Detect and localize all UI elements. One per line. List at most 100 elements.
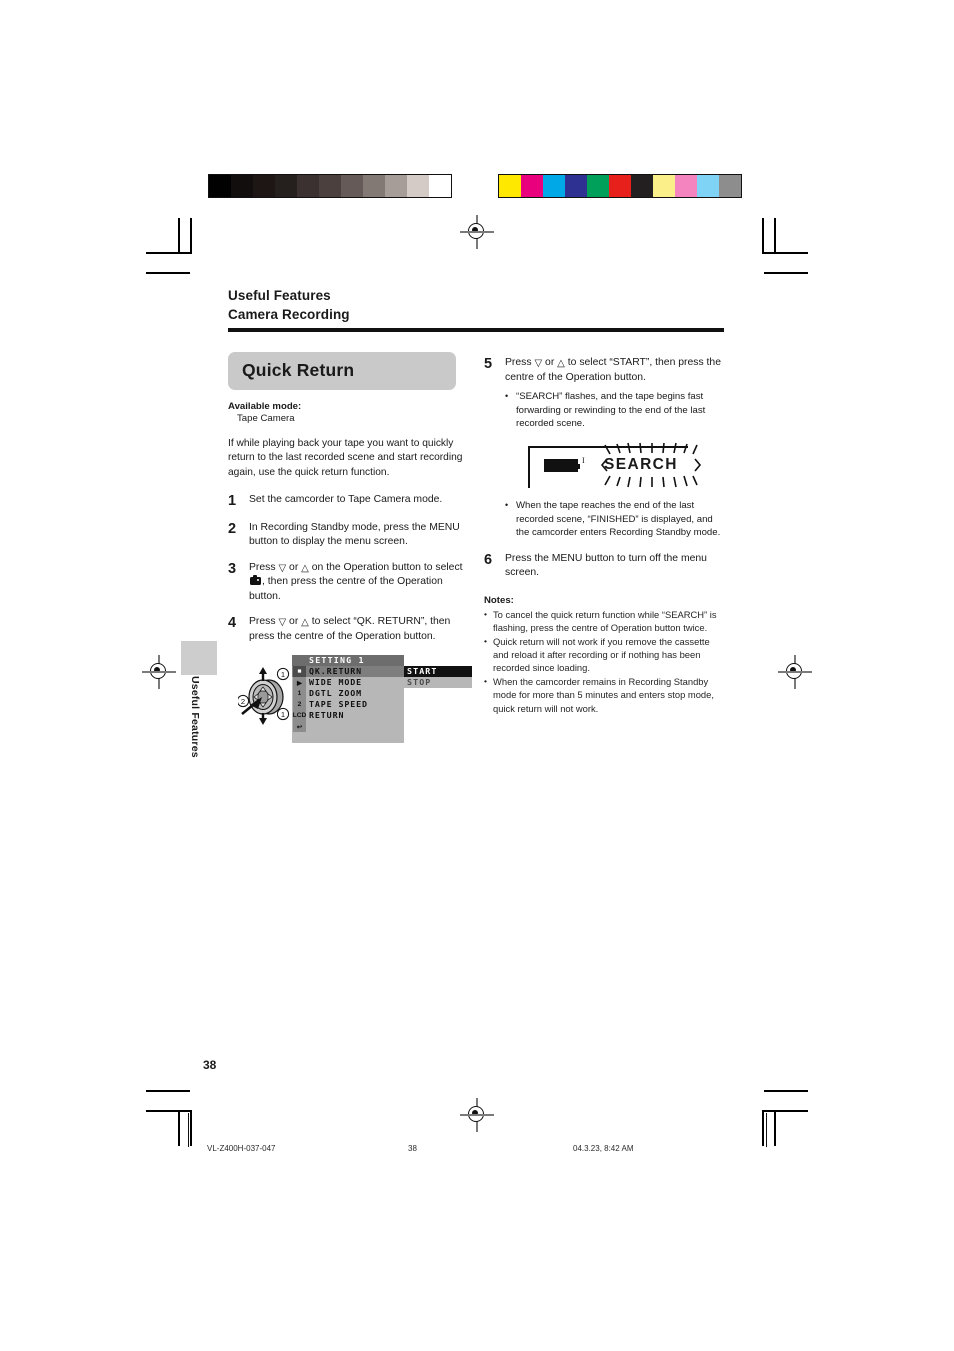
note-2-text: Quick return will not work if you remove…: [493, 635, 710, 674]
operation-button-diagram: 1 1 2: [238, 667, 290, 726]
menu-row[interactable]: QK.RETURN: [292, 666, 404, 678]
step-5-mid1: or: [542, 357, 558, 368]
step-1-text: Set the camcorder to Tape Camera mode.: [249, 493, 443, 505]
menu-row[interactable]: DGTL ZOOM: [292, 688, 404, 699]
bullet-dot: •: [484, 676, 487, 687]
step-3-mid2: on the Operation button to select: [308, 561, 463, 573]
step-2-text: In Recording Standby mode, press the MEN…: [249, 521, 460, 548]
step-6: 6 Press the MENU button to turn off the …: [484, 552, 726, 581]
return-icon[interactable]: ↩: [293, 721, 306, 733]
step-3-pre: Press: [249, 561, 279, 573]
step-4: 4 Press ▽ or △ to select “QK. RETURN”, t…: [228, 615, 470, 644]
grayscale-swatch: [231, 175, 253, 197]
grayscale-swatch: [341, 175, 363, 197]
step-3-post: , then press the centre of the Operation…: [249, 576, 443, 602]
grayscale-swatch: [385, 175, 407, 197]
step-6-number: 6: [484, 551, 493, 568]
crop-mark-br-h2: [764, 1110, 808, 1112]
step-1-number: 1: [228, 492, 237, 509]
registration-mark-bottom: [460, 1098, 494, 1132]
grayscale-swatch: [297, 175, 319, 197]
crop-mark-tr-v2: [774, 218, 776, 254]
step-3-text: Press ▽ or △ on the Operation button to …: [249, 561, 470, 605]
step-2-number: 2: [228, 520, 237, 537]
color-swatch: [653, 175, 675, 197]
intro-paragraph: If while playing back your tape you want…: [228, 438, 463, 478]
menu-icon-column: ■ ▶ 1 2 LCD ↩: [293, 666, 308, 733]
menu-title: SETTING 1: [292, 655, 404, 667]
crop-mark-br-v: [762, 1110, 764, 1146]
header-line-1: Useful Features: [228, 288, 331, 303]
playback-icon[interactable]: ▶: [293, 677, 306, 689]
step-3-number: 3: [228, 560, 237, 577]
crop-mark-bl-v2: [190, 1110, 192, 1146]
check1-icon[interactable]: 1: [293, 688, 306, 700]
footer-sheet-number: 38: [408, 1144, 417, 1153]
menu-row[interactable]: RETURN: [292, 710, 404, 721]
crop-mark-tl-h: [146, 252, 190, 254]
side-tab-label: Useful Features: [189, 676, 201, 758]
search-display-figure: I SEARCH: [528, 442, 702, 490]
camcorder-menu-screen: SETTING 1 QK.RETURN WIDE MODE DGTL ZOOM TAP…: [292, 655, 404, 744]
header-line-2: Camera Recording: [228, 307, 350, 323]
color-swatch: [697, 175, 719, 197]
step-2: 2 In Recording Standby mode, press the M…: [228, 521, 470, 550]
registration-mark-right: [778, 655, 812, 689]
menu-row[interactable]: WIDE MODE: [292, 677, 404, 688]
crop-mark-bl-h: [146, 1090, 190, 1092]
crop-mark-tl-h2: [146, 272, 190, 274]
crop-mark-bl-v: [178, 1110, 180, 1146]
available-mode-value: Tape Camera: [237, 413, 295, 424]
crop-mark-tr-v: [762, 218, 764, 254]
bullet-dot: •: [505, 391, 509, 402]
color-swatch: [543, 175, 565, 197]
color-swatch: [631, 175, 653, 197]
page-number: 38: [203, 1058, 217, 1072]
crop-mark-br-h: [764, 1090, 808, 1092]
step-5-bullet-1: • “SEARCH” flashes, and the tape begins …: [505, 390, 726, 431]
menu-screen-figure: 1 1 2 SETTING 1 QK.RETURN WIDE MODE DGTL Z…: [228, 655, 472, 755]
up-triangle-icon: △: [557, 358, 565, 369]
steps-list-left: 1 Set the camcorder to Tape Camera mode.…: [228, 493, 470, 645]
down-triangle-icon: ▽: [278, 617, 287, 629]
grayscale-swatch: [253, 175, 275, 197]
crop-mark-tr-h: [764, 252, 808, 254]
registration-mark-left: [142, 655, 176, 689]
camera-mode-icon: [250, 575, 261, 586]
crop-mark-bl-h2: [146, 1110, 190, 1112]
lcd-icon[interactable]: LCD: [293, 710, 306, 722]
grayscale-swatch: [209, 175, 231, 197]
step-5-bullet-2-text: When the tape reaches the end of the las…: [516, 499, 721, 539]
color-swatch: [675, 175, 697, 197]
available-mode-label: Available mode:: [228, 401, 302, 412]
down-triangle-icon: ▽: [534, 358, 543, 369]
step-5-number: 5: [484, 356, 493, 372]
grayscale-swatch: [363, 175, 385, 197]
up-triangle-icon: △: [301, 562, 309, 574]
down-triangle-icon: ▽: [278, 562, 287, 574]
menu-row[interactable]: TAPE SPEED: [292, 699, 404, 710]
step-4-number: 4: [228, 615, 237, 632]
step-5-bullet-1-text: “SEARCH” flashes, and the tape begins fa…: [516, 391, 706, 430]
step-4-pre: Press: [249, 616, 279, 628]
bullet-dot: •: [484, 608, 487, 619]
camera-icon[interactable]: ■: [293, 666, 306, 678]
menu-submenu: START STOP: [404, 666, 472, 689]
notes-heading: Notes:: [484, 594, 514, 606]
step-5: 5 Press ▽ or △ to select “START”, then p…: [484, 356, 726, 431]
color-swatch: [587, 175, 609, 197]
battery-icon: [544, 458, 580, 472]
footer-rule-left: [188, 1113, 189, 1147]
header-rule: [228, 328, 724, 332]
display-frame-left: [528, 445, 530, 488]
footer-timestamp: 04.3.23, 8:42 AM: [573, 1144, 634, 1153]
note-item: • To cancel the quick return function wh…: [484, 608, 726, 634]
step-1: 1 Set the camcorder to Tape Camera mode.: [228, 493, 470, 510]
color-swatch: [499, 175, 521, 197]
svg-text:1: 1: [281, 711, 285, 720]
submenu-option[interactable]: STOP: [404, 677, 472, 689]
document-page: Useful Features Camera Recording Useful …: [0, 0, 954, 1351]
grayscale-swatch: [429, 175, 451, 197]
check2-icon[interactable]: 2: [293, 699, 306, 711]
submenu-option[interactable]: START: [404, 666, 472, 678]
